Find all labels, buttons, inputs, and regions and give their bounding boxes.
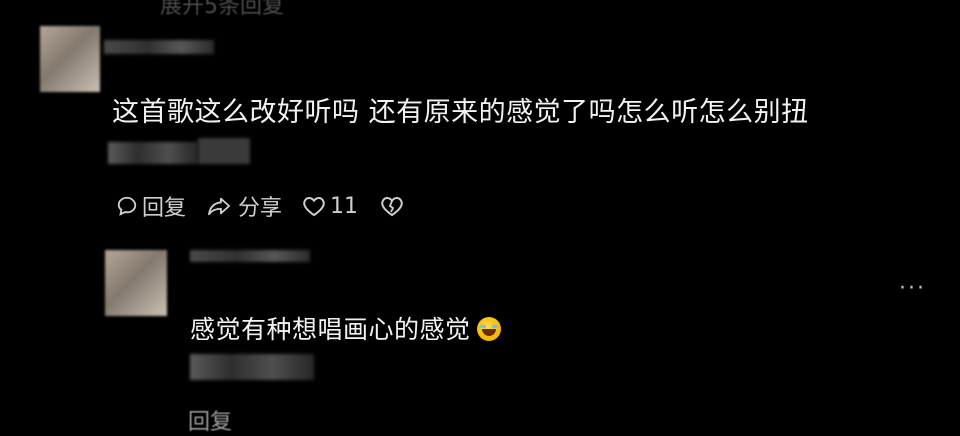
username-blurred — [104, 40, 214, 54]
username-blurred — [190, 250, 310, 262]
avatar[interactable] — [105, 250, 167, 316]
comment-icon — [117, 196, 137, 216]
share-arrow-icon — [208, 197, 231, 216]
reply-button[interactable]: 回复 — [116, 190, 186, 222]
heart-icon — [303, 196, 325, 217]
comment-meta-blurred — [190, 354, 314, 380]
laughing-tears-emoji-icon — [476, 317, 501, 341]
comment-text: 这首歌这么改好听吗 还有原来的感觉了吗怎么听怎么别扭 — [112, 97, 809, 128]
like-button[interactable]: 11 — [302, 194, 358, 219]
broken-heart-icon — [381, 196, 403, 217]
expand-replies-hint[interactable]: 展开5条回复 — [160, 0, 284, 20]
more-options-icon[interactable]: ··· — [899, 276, 926, 301]
comment-meta-blurred — [198, 138, 250, 164]
comment-text-content: 感觉有种想唱画心的感觉 — [190, 315, 471, 344]
comment-actions: 回复 分享 11 — [116, 190, 428, 222]
reply-button-partial[interactable]: 回复 — [188, 404, 232, 436]
like-count: 11 — [330, 193, 359, 219]
comment-meta-blurred — [108, 142, 198, 164]
comment-text: 感觉有种想唱画心的感觉 — [190, 310, 501, 346]
dislike-button[interactable] — [380, 195, 408, 217]
share-button[interactable]: 分享 — [206, 190, 282, 222]
reply-label: 回复 — [142, 196, 187, 221]
avatar[interactable] — [40, 26, 100, 92]
share-label: 分享 — [238, 196, 283, 221]
